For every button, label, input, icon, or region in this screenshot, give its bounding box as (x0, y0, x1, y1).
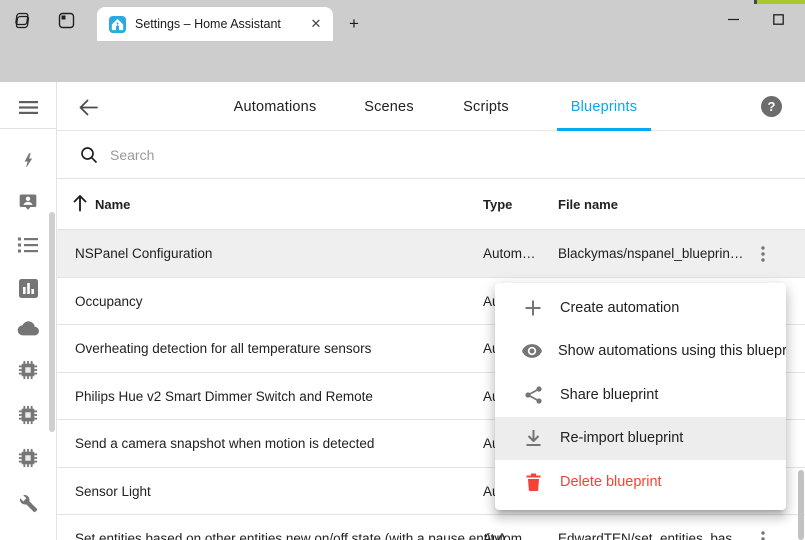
column-header-file[interactable]: File name (558, 179, 618, 230)
ha-back-icon[interactable] (76, 95, 100, 119)
row-name: Occupancy (75, 278, 143, 325)
share-icon (522, 384, 544, 406)
eye-icon (522, 340, 542, 362)
new-tab-button[interactable]: + (341, 11, 367, 37)
menu-item-label: Create automation (560, 300, 679, 316)
row-name: NSPanel Configuration (75, 230, 212, 277)
menu-item-delete-blueprint[interactable]: Delete blueprint (495, 460, 786, 504)
menu-item-share-blueprint[interactable]: Share blueprint (495, 373, 786, 417)
blueprint-context-menu: Create automation Show automations using… (495, 283, 786, 510)
table-row[interactable]: Set entities based on other entities new… (57, 515, 805, 540)
tab-title: Settings – Home Assistant (135, 17, 307, 31)
tab-close-icon[interactable]: ✕ (307, 15, 325, 33)
tab-scripts[interactable]: Scripts (463, 82, 509, 131)
browser-tab[interactable]: Settings – Home Assistant ✕ (97, 7, 333, 41)
menu-item-label: Delete blueprint (560, 474, 662, 490)
list-icon[interactable] (0, 228, 56, 262)
home-assistant-favicon (109, 16, 126, 33)
download-icon (522, 427, 544, 449)
row-file: Blackymas/nspanel_blueprin… (558, 230, 743, 277)
table-row[interactable]: NSPanel Configuration Autom… Blackymas/n… (57, 230, 805, 278)
sidebar-divider (0, 128, 56, 129)
search-icon (80, 146, 98, 164)
screen-share-indicator (757, 0, 805, 4)
row-type: Autom… (483, 230, 536, 277)
trash-icon (522, 471, 544, 493)
row-name: Send a camera snapshot when motion is de… (75, 420, 374, 467)
row-overflow-menu-icon[interactable] (751, 242, 775, 266)
chip-icon-3[interactable] (0, 441, 56, 475)
menu-item-create-automation[interactable]: Create automation (495, 286, 786, 330)
bar-chart-icon[interactable] (0, 271, 56, 305)
tab-scenes[interactable]: Scenes (364, 82, 414, 131)
ha-header: Automations Scenes Scripts Blueprints ? (57, 82, 805, 131)
chip-icon-1[interactable] (0, 353, 56, 387)
row-overflow-menu-icon[interactable] (751, 527, 775, 540)
column-header-type[interactable]: Type (483, 179, 512, 230)
plus-icon (522, 297, 544, 319)
row-type: Autom… (483, 515, 536, 540)
tab-actions-icon[interactable] (50, 0, 82, 41)
home-assistant-app: Automations Scenes Scripts Blueprints ? … (0, 82, 805, 540)
sidebar-scrollbar[interactable] (49, 212, 55, 432)
browser-toolbar: Not secure | homeassistant.local:8123/..… (0, 41, 805, 82)
sort-ascending-icon[interactable] (72, 194, 88, 212)
menu-item-show-automations[interactable]: Show automations using this blueprint (495, 330, 786, 374)
tab-automations[interactable]: Automations (234, 82, 317, 131)
row-name: Sensor Light (75, 468, 151, 515)
menu-item-label: Show automations using this blueprint (558, 343, 786, 359)
maximize-button[interactable] (760, 4, 796, 34)
help-icon[interactable]: ? (761, 96, 782, 117)
browser-titlebar: Settings – Home Assistant ✕ + (0, 0, 805, 41)
row-name: Overheating detection for all temperatur… (75, 325, 371, 372)
chip-icon-2[interactable] (0, 398, 56, 432)
ha-sidebar (0, 82, 57, 540)
cloud-icon[interactable] (0, 311, 56, 345)
row-name: Set entities based on other entities new… (75, 515, 506, 540)
ha-main: Automations Scenes Scripts Blueprints ? … (57, 82, 805, 540)
wrench-icon[interactable] (0, 486, 56, 520)
menu-item-reimport-blueprint[interactable]: Re-import blueprint (495, 417, 786, 461)
menu-item-label: Share blueprint (560, 387, 658, 403)
lightning-bolt-icon[interactable] (0, 143, 56, 177)
sidebar-menu-button[interactable] (0, 90, 56, 124)
workspaces-icon[interactable] (6, 0, 38, 41)
table-header: Name Type File name (57, 179, 805, 230)
minimize-button[interactable] (715, 4, 751, 34)
tab-blueprints[interactable]: Blueprints (571, 82, 637, 131)
column-header-name[interactable]: Name (95, 179, 130, 230)
search-input[interactable] (110, 147, 610, 163)
row-name: Philips Hue v2 Smart Dimmer Switch and R… (75, 373, 373, 420)
row-file: EdwardTEN/set_entities_bas… (558, 515, 746, 540)
person-badge-icon[interactable] (0, 185, 56, 219)
page-scrollbar[interactable] (798, 470, 804, 540)
search-row (57, 131, 805, 179)
menu-item-label: Re-import blueprint (560, 430, 683, 446)
